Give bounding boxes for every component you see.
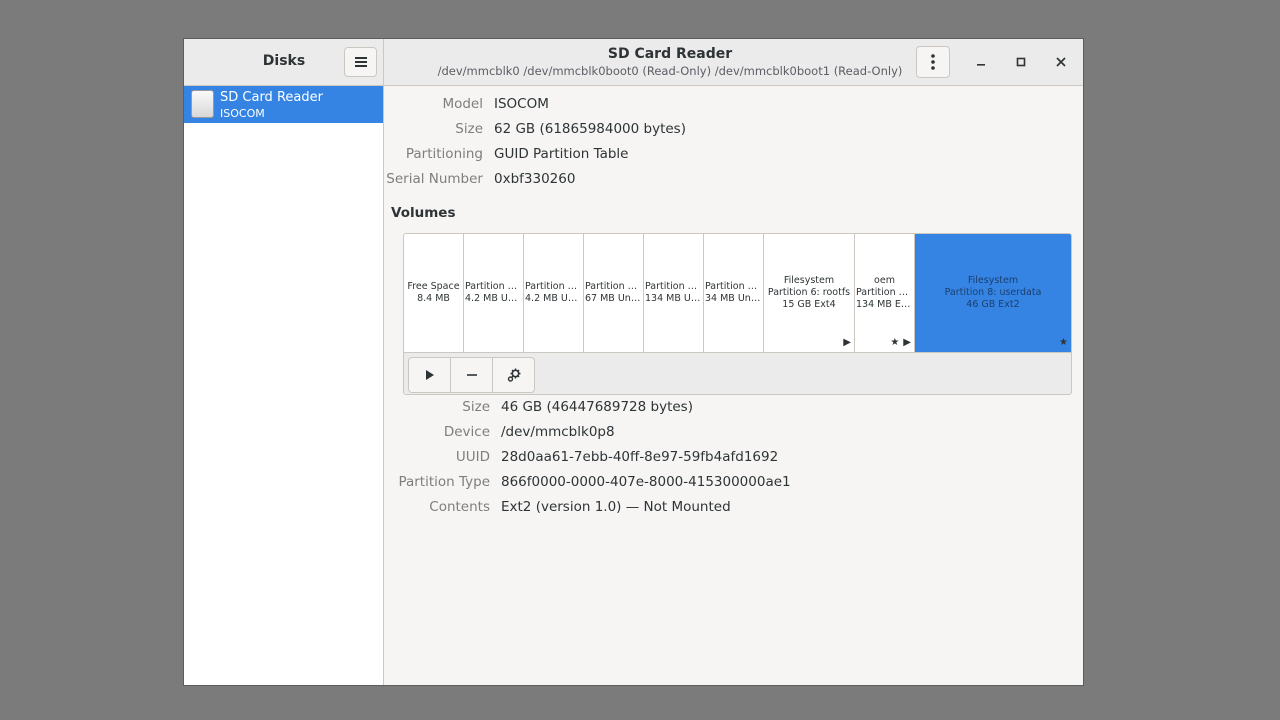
uuid-label: UUID <box>455 449 490 465</box>
mount-button[interactable] <box>409 358 451 392</box>
volume-partition-8-userdata[interactable]: Filesystem Partition 8: userdata 46 GB Ext… <box>915 234 1071 352</box>
play-icon: ▶ <box>903 337 911 348</box>
volume-toolbar <box>408 357 535 393</box>
volume-line: Filesystem <box>967 275 1019 286</box>
play-icon: ▶ <box>843 337 851 348</box>
sidebar-header: Disks <box>184 39 384 85</box>
device-label: Device <box>443 424 490 440</box>
volume-line: 8.4 MB <box>417 293 450 304</box>
volume-line: 15 GB Ext4 <box>782 299 836 310</box>
partition-type-label: Partition Type <box>398 474 490 490</box>
volume-line: oem <box>874 275 895 286</box>
play-icon <box>425 370 434 380</box>
volume-line: 46 GB Ext2 <box>966 299 1020 310</box>
volume-line: Partition 7… <box>856 287 914 298</box>
volume-free-space[interactable]: Free Space 8.4 MB <box>404 234 464 352</box>
volume-partition-2[interactable]: Partition 2… 4.2 MB Un… <box>524 234 584 352</box>
partitioning-label: Partitioning <box>405 146 483 162</box>
volume-line: 4.2 MB Un… <box>465 293 523 304</box>
star-icon: ★ <box>890 337 900 348</box>
volume-line: 4.2 MB Un… <box>525 293 583 304</box>
contents-value: Ext2 (version 1.0) — Not Mounted <box>501 499 731 515</box>
volume-line: Partition 8: userdata <box>944 287 1042 298</box>
volume-line: Partition 4… <box>645 281 703 292</box>
window-subtitle: /dev/mmcblk0 /dev/mmcblk0boot0 (Read-Onl… <box>437 64 903 78</box>
volume-line: Partition 3… <box>585 281 643 292</box>
partitioning-value: GUID Partition Table <box>494 146 629 162</box>
gears-icon <box>507 368 520 382</box>
model-value: ISOCOM <box>494 96 549 112</box>
drive-details: Model ISOCOM Size 62 GB (61865984000 byt… <box>384 86 1083 685</box>
volume-line: Partition 1… <box>465 281 523 292</box>
volume-partition-4[interactable]: Partition 4… 134 MB Un… <box>644 234 704 352</box>
partition-type-value: 866f0000-0000-407e-8000-415300000ae1 <box>501 474 791 490</box>
volume-partition-5[interactable]: Partition 5… 34 MB Unk… <box>704 234 764 352</box>
drive-sidebar: SD Card Reader ISOCOM <box>184 86 384 685</box>
partition-options-button[interactable] <box>493 358 534 392</box>
sidebar-item-sd-card-reader[interactable]: SD Card Reader ISOCOM <box>184 86 383 123</box>
maximize-button[interactable] <box>1010 51 1032 73</box>
volume-line: 67 MB Unk… <box>585 293 643 304</box>
minimize-icon <box>977 64 985 66</box>
volume-partition-3[interactable]: Partition 3… 67 MB Unk… <box>584 234 644 352</box>
close-icon <box>1056 57 1066 67</box>
volume-line: 134 MB Un… <box>645 293 703 304</box>
size-value: 62 GB (61865984000 bytes) <box>494 121 686 137</box>
volume-partition-6-rootfs[interactable]: Filesystem Partition 6: rootfs 15 GB Ext4 … <box>764 234 855 352</box>
contents-label: Contents <box>429 499 490 515</box>
serial-number-value: 0xbf330260 <box>494 171 576 187</box>
volume-line: Free Space <box>407 281 460 292</box>
volume-line: 34 MB Unk… <box>705 293 763 304</box>
volume-line: Partition 5… <box>705 281 763 292</box>
serial-number-label: Serial Number <box>386 171 483 187</box>
volume-line: Filesystem <box>783 275 835 286</box>
volumes-heading: Volumes <box>391 205 456 221</box>
close-button[interactable] <box>1050 51 1072 73</box>
volume-partition-1[interactable]: Partition 1… 4.2 MB Un… <box>464 234 524 352</box>
maximize-icon <box>1016 57 1026 67</box>
drive-menu-button[interactable] <box>916 46 950 78</box>
partition-size-value: 46 GB (46447689728 bytes) <box>501 399 693 415</box>
header-bar: Disks SD Card Reader /dev/mmcblk0 /dev/m… <box>184 39 1083 86</box>
drive-model: ISOCOM <box>220 107 265 120</box>
window-title: SD Card Reader <box>607 46 733 62</box>
sd-card-icon <box>191 90 214 118</box>
star-icon: ★ <box>1059 337 1068 348</box>
volume-line: Partition 6: rootfs <box>767 287 851 298</box>
main-menu-button[interactable] <box>344 47 377 77</box>
kebab-menu-icon <box>931 54 935 70</box>
minimize-button[interactable] <box>970 51 992 73</box>
volume-line: Partition 2… <box>525 281 583 292</box>
drive-name: SD Card Reader <box>220 90 323 105</box>
volume-line: 134 MB Ext2 <box>856 299 914 310</box>
device-value: /dev/mmcblk0p8 <box>501 424 615 440</box>
volume-partition-7-oem[interactable]: oem Partition 7… 134 MB Ext2 ★ ▶ <box>855 234 915 352</box>
uuid-value: 28d0aa61-7ebb-40ff-8e97-59fb4afd1692 <box>501 449 779 465</box>
model-label: Model <box>442 96 483 112</box>
partition-size-label: Size <box>462 399 490 415</box>
size-label: Size <box>455 121 483 137</box>
minus-icon <box>466 374 477 376</box>
disks-window: Disks SD Card Reader /dev/mmcblk0 /dev/m… <box>183 38 1084 686</box>
delete-partition-button[interactable] <box>451 358 493 392</box>
menu-icon <box>354 57 367 67</box>
volume-strip: Free Space 8.4 MB Partition 1… 4.2 MB Un… … <box>404 234 1071 353</box>
volumes-map: Free Space 8.4 MB Partition 1… 4.2 MB Un… … <box>403 233 1072 395</box>
